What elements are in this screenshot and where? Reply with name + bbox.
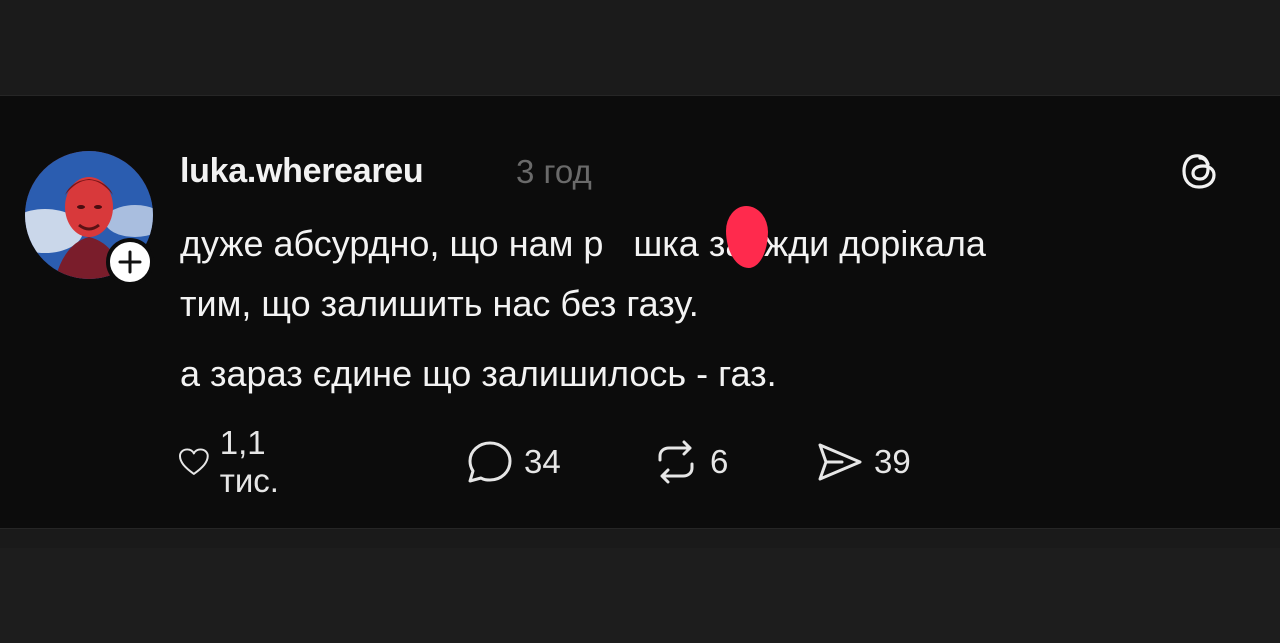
post-text-line-1-end: шка завжди дорікала — [633, 223, 986, 264]
share-count: 39 — [874, 443, 911, 480]
heart-icon — [178, 448, 209, 475]
post-text-line-3: а зараз єдине що залишилось - газ. — [180, 353, 777, 394]
threads-icon[interactable] — [1180, 150, 1220, 192]
repost-button[interactable]: 6 — [652, 438, 728, 486]
post-card: luka.whereareu 3 год дуже абсурдно, що н… — [0, 95, 1280, 529]
top-band — [0, 0, 1280, 95]
post-text-line-1: дуже абсурдно, що нам р шка завжди доріка… — [180, 226, 986, 262]
comment-icon — [468, 441, 512, 483]
post-text-line-1-start: дуже абсурдно, що нам р — [180, 223, 604, 264]
reply-count: 34 — [524, 443, 561, 480]
author-username[interactable]: luka.whereareu — [180, 152, 424, 191]
repost-count: 6 — [710, 443, 729, 480]
post-text-line-2: тим, що залишить нас без газу. — [180, 283, 699, 324]
like-count: 1,1 тис. — [219, 424, 279, 499]
reply-button[interactable]: 34 — [466, 438, 561, 486]
like-button[interactable]: 1,1 тис. — [178, 424, 295, 499]
post-timestamp[interactable]: 3 год — [516, 153, 592, 191]
repost-icon — [658, 440, 694, 484]
share-button[interactable]: 39 — [816, 438, 911, 486]
plus-icon — [118, 250, 142, 274]
send-icon — [818, 443, 862, 481]
bottom-band — [0, 548, 1280, 643]
follow-button[interactable] — [106, 238, 154, 286]
